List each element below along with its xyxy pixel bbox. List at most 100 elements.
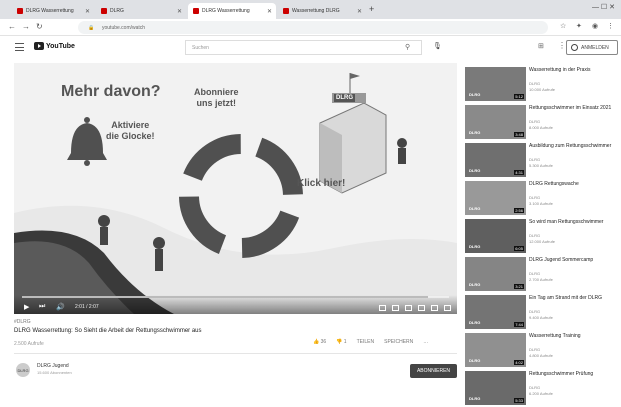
recommendation-channel[interactable]: DLRG [529, 385, 540, 390]
like-button[interactable]: 👍 36 [313, 339, 326, 345]
video-thumbnail[interactable]: DLRG 6:05 [465, 219, 526, 253]
more-actions-button[interactable]: … [423, 339, 428, 345]
recommendation-item[interactable]: DLRG 7:44 Ein Tag am Strand mit der DLRG DL… [465, 295, 617, 331]
video-duration: 2:56 [514, 208, 524, 213]
recommendation-item[interactable]: DLRG 3:21 DLRG Jugend Sommercamp DLRG 2.700 … [465, 257, 617, 293]
settings-dots-icon[interactable]: ⋮ [558, 41, 566, 50]
browser-menu-icon[interactable]: ⋮ [607, 22, 614, 30]
subscriber-count: 15.600 Abonnenten [37, 370, 72, 375]
fullscreen-icon[interactable] [444, 305, 451, 311]
miniplayer-icon[interactable] [418, 305, 425, 311]
recommendation-item[interactable]: DLRG 4:02 Wasserrettung Training DLRG 4.800 … [465, 333, 617, 369]
recommendation-channel[interactable]: DLRG [529, 347, 540, 352]
video-thumbnail[interactable]: DLRG 2:56 [465, 181, 526, 215]
reload-icon[interactable]: ↻ [36, 22, 43, 31]
subtitles-icon[interactable] [392, 305, 399, 311]
subscribe-button[interactable]: ABONNIEREN [410, 364, 457, 378]
next-icon[interactable]: ⏭ [39, 303, 45, 311]
close-tab-icon[interactable]: ✕ [85, 8, 90, 15]
recommendation-meta: 10.000 Aufrufe [529, 87, 556, 92]
account-icon [571, 44, 578, 51]
autoplay-toggle-icon[interactable] [379, 305, 386, 311]
save-button[interactable]: SPEICHERN [384, 339, 413, 345]
channel-avatar[interactable]: DLRG [16, 363, 30, 377]
recommendation-title[interactable]: DLRG Jugend Sommercamp [529, 257, 617, 263]
player-right-controls [379, 305, 451, 311]
close-tab-icon[interactable]: ✕ [177, 8, 182, 15]
search-icon[interactable]: ⚲ [405, 43, 410, 51]
video-thumbnail[interactable]: DLRG 5:12 [465, 67, 526, 101]
recommendation-channel[interactable]: DLRG [529, 157, 540, 162]
recommendation-title[interactable]: Wasserrettung in der Praxis [529, 67, 617, 73]
extensions-icon[interactable]: ✦ [576, 22, 582, 30]
settings-gear-icon[interactable] [405, 305, 412, 311]
browser-tab[interactable]: DLRG Wasserrettung ✕ [12, 3, 94, 19]
recommendation-title[interactable]: Ein Tag am Strand mit der DLRG [529, 295, 617, 301]
channel-name[interactable]: DLRG Jugend [37, 363, 69, 369]
recommendation-item[interactable]: DLRG 6:05 So wird man Rettungsschwimmer DLR… [465, 219, 617, 255]
browser-tab-active[interactable]: DLRG Wasserrettung ✕ [188, 3, 276, 19]
new-tab-button[interactable]: + [369, 4, 374, 14]
recommendation-item[interactable]: DLRG 5:12 Wasserrettung in der Praxis DLRG 1… [465, 67, 617, 103]
recommendation-title[interactable]: Rettungsschwimmer im Einsatz 2021 [529, 105, 617, 111]
player-controls: ▶ ⏭ 🔊 2:01 / 2:07 [14, 295, 457, 314]
profile-icon[interactable]: ◉ [592, 22, 598, 30]
thumbnail-logo: DLRG [469, 244, 481, 249]
subscribe-callout[interactable]: Abonniere uns jetzt! [194, 87, 239, 109]
lifeguard-tower-icon [319, 73, 387, 194]
bell-callout[interactable]: Aktiviere die Glocke! [106, 120, 155, 142]
apps-grid-icon[interactable]: ⊞ [538, 42, 544, 50]
video-thumbnail[interactable]: DLRG 4:31 [465, 143, 526, 177]
recommendation-title[interactable]: Ausbildung zum Rettungsschwimmer [529, 143, 617, 149]
recommendation-item[interactable]: DLRG 5:33 Rettungsschwimmer Prüfung DLRG 6.2… [465, 371, 617, 407]
recommendation-title[interactable]: So wird man Rettungsschwimmer [529, 219, 617, 225]
thumbnail-logo: DLRG [469, 320, 481, 325]
recommendation-channel[interactable]: DLRG [529, 81, 540, 86]
recommendation-item[interactable]: DLRG 2:56 DLRG Rettungswache DLRG 3.100 Aufr… [465, 181, 617, 217]
hamburger-menu-icon[interactable] [15, 43, 24, 51]
recommendation-item[interactable]: DLRG 3:48 Rettungsschwimmer im Einsatz 202… [465, 105, 617, 141]
recommendation-channel[interactable]: DLRG [529, 309, 540, 314]
recommendation-channel[interactable]: DLRG [529, 271, 540, 276]
video-thumbnail[interactable]: DLRG 4:02 [465, 333, 526, 367]
recommendation-title[interactable]: Rettungsschwimmer Prüfung [529, 371, 617, 377]
back-arrow-icon[interactable]: ← [8, 22, 16, 31]
search-input[interactable]: Suchen [185, 40, 422, 55]
browser-tab[interactable]: Wasserrettung DLRG ✕ [278, 3, 366, 19]
browser-tab[interactable]: DLRG ✕ [96, 3, 186, 19]
volume-icon[interactable]: 🔊 [56, 303, 65, 311]
video-thumbnail[interactable]: DLRG 3:48 [465, 105, 526, 139]
share-button[interactable]: TEILEN [357, 339, 375, 345]
recommendation-item[interactable]: DLRG 4:31 Ausbildung zum Rettungsschwimmer… [465, 143, 617, 179]
recommendation-title[interactable]: DLRG Rettungswache [529, 181, 617, 187]
address-bar[interactable]: 🔒 youtube.com/watch [78, 21, 548, 34]
youtube-logo[interactable]: YouTube [34, 42, 75, 50]
thumbnail-logo: DLRG [469, 168, 481, 173]
video-hashtags[interactable]: #DLRG [14, 319, 31, 325]
thumbnail-logo: DLRG [469, 92, 481, 97]
play-icon[interactable]: ▶ [24, 303, 29, 311]
thumbnail-logo: DLRG [469, 282, 481, 287]
recommendation-channel[interactable]: DLRG [529, 195, 540, 200]
recommendation-meta: 2.700 Aufrufe [529, 277, 553, 282]
sign-in-button[interactable]: ANMELDEN [566, 40, 618, 55]
recommendation-title[interactable]: Wasserrettung Training [529, 333, 617, 339]
recommendation-channel[interactable]: DLRG [529, 119, 540, 124]
bookmark-star-icon[interactable]: ☆ [560, 22, 566, 30]
window-controls[interactable]: — ☐ ✕ [592, 3, 615, 11]
video-thumbnail[interactable]: DLRG 3:21 [465, 257, 526, 291]
video-thumbnail[interactable]: DLRG 7:44 [465, 295, 526, 329]
tab-label: DLRG [110, 8, 124, 14]
recommendation-meta: 3.100 Aufrufe [529, 201, 553, 206]
theater-mode-icon[interactable] [431, 305, 438, 311]
microphone-icon[interactable]: 🎙 [433, 42, 442, 50]
video-thumbnail[interactable]: DLRG 5:33 [465, 371, 526, 405]
progress-bar[interactable] [22, 296, 449, 298]
dislike-button[interactable]: 👎 1 [336, 339, 346, 345]
click-here-callout[interactable]: Klick hier! [297, 178, 345, 189]
recommendation-channel[interactable]: DLRG [529, 233, 540, 238]
video-player[interactable]: Mehr davon? Aktiviere die Glocke! Abonni… [14, 63, 457, 314]
close-tab-icon[interactable]: ✕ [267, 8, 272, 15]
forward-arrow-icon[interactable]: → [22, 22, 30, 31]
close-tab-icon[interactable]: ✕ [357, 8, 362, 15]
